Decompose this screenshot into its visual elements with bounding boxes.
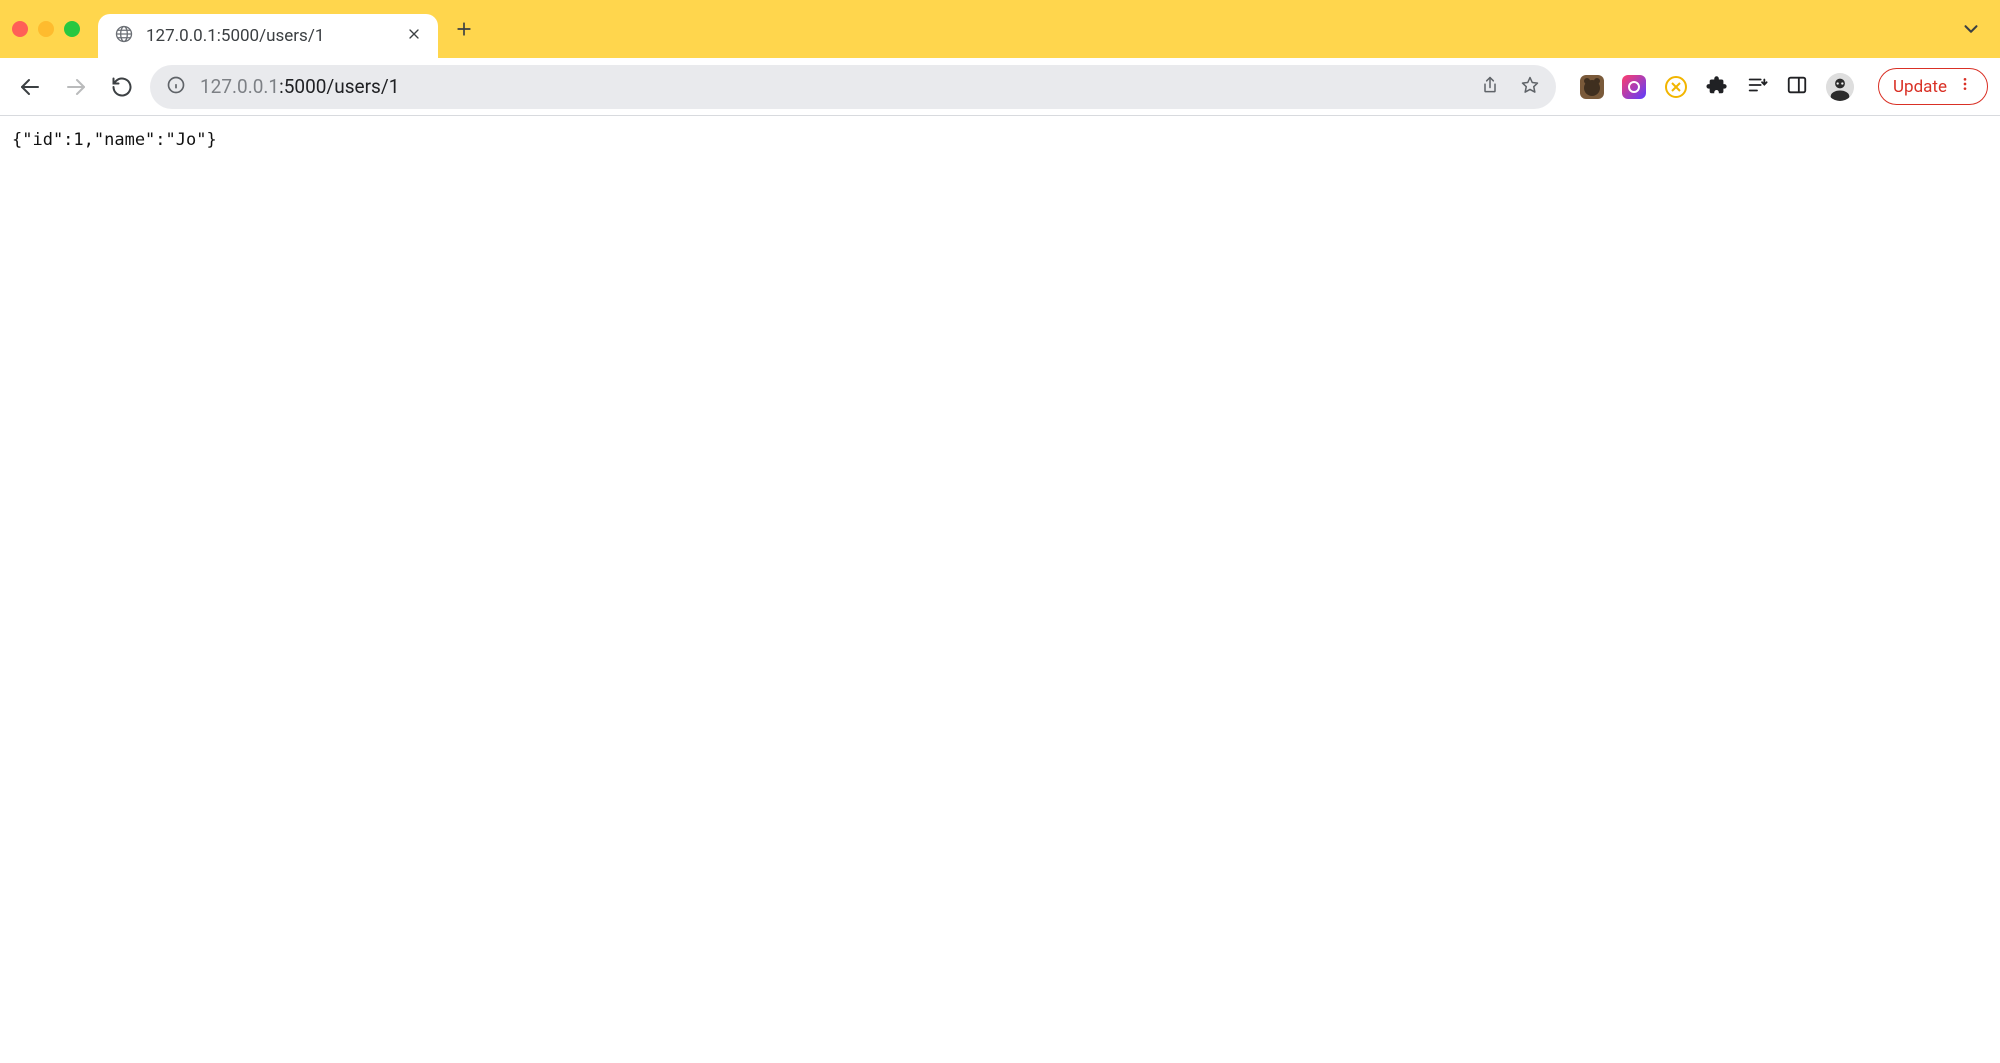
extension-yellow-icon[interactable] [1664,75,1688,99]
new-tab-button[interactable] [454,19,474,39]
back-button[interactable] [12,69,48,105]
profile-avatar[interactable] [1826,73,1854,101]
reload-button[interactable] [104,69,140,105]
update-button[interactable]: Update [1878,68,1988,105]
omnibox-actions [1480,75,1540,99]
browser-toolbar: 127.0.0.1:5000/users/1 [0,58,2000,116]
bookmark-icon[interactable] [1520,75,1540,99]
tab-strip: 127.0.0.1:5000/users/1 [0,0,2000,58]
minimize-window-button[interactable] [38,21,54,37]
url-path: :5000/users/1 [279,75,399,98]
tab-dropdown-button[interactable] [1960,18,1982,40]
maximize-window-button[interactable] [64,21,80,37]
address-bar[interactable]: 127.0.0.1:5000/users/1 [150,65,1556,109]
close-tab-button[interactable] [406,26,422,46]
side-panel-icon[interactable] [1786,74,1808,100]
update-button-label: Update [1893,77,1947,97]
window-controls [12,21,80,37]
forward-button[interactable] [58,69,94,105]
url-text: 127.0.0.1:5000/users/1 [200,75,399,98]
site-info-icon[interactable] [166,75,186,99]
close-window-button[interactable] [12,21,28,37]
globe-icon [114,24,134,48]
reading-list-icon[interactable] [1746,74,1768,100]
extension-bear-icon[interactable] [1580,75,1604,99]
extensions-group: Update [1580,68,1988,105]
response-body: {"id":1,"name":"Jo"} [0,116,2000,164]
extensions-puzzle-icon[interactable] [1706,74,1728,100]
share-icon[interactable] [1480,75,1500,99]
extension-gradient-icon[interactable] [1622,75,1646,99]
browser-tab[interactable]: 127.0.0.1:5000/users/1 [98,14,438,58]
url-host: 127.0.0.1 [200,75,279,98]
tab-title: 127.0.0.1:5000/users/1 [146,26,394,46]
chrome-menu-icon[interactable] [1957,76,1973,97]
